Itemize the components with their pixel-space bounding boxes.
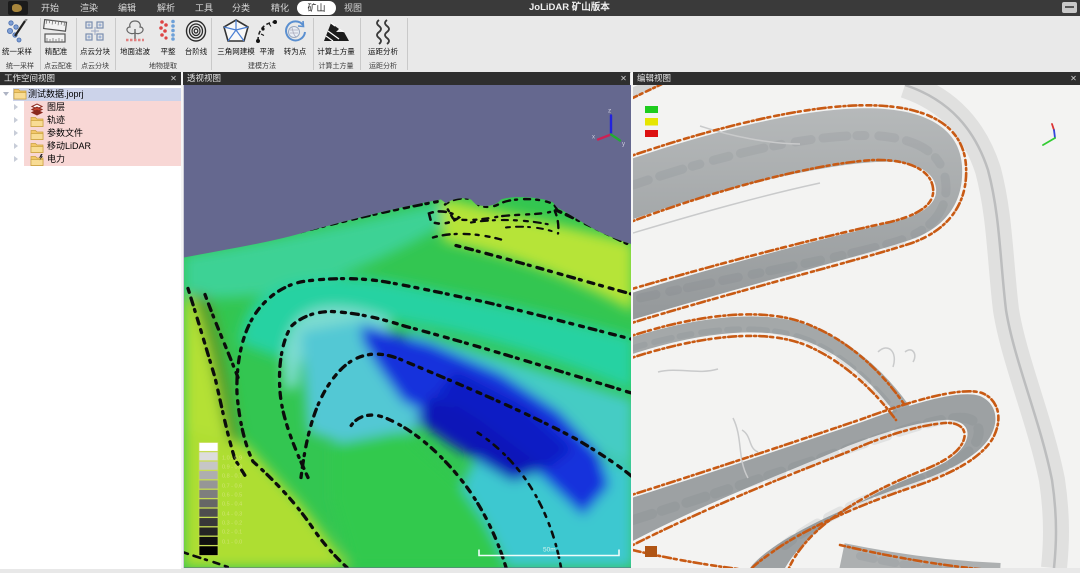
svg-text:z: z <box>608 108 611 115</box>
svg-text:50m: 50m <box>543 547 556 554</box>
svg-text:0.8 - 0.7: 0.8 - 0.7 <box>222 474 242 480</box>
svg-text:0.7 - 0.6: 0.7 - 0.6 <box>222 484 242 490</box>
svg-text:0.6 - 0.5: 0.6 - 0.5 <box>222 493 242 499</box>
svg-text:0.4 - 0.3: 0.4 - 0.3 <box>222 512 242 518</box>
svg-text:x: x <box>592 135 595 141</box>
svg-text:0.5 - 0.4: 0.5 - 0.4 <box>222 502 242 508</box>
svg-text:0.9 - 0.8: 0.9 - 0.8 <box>222 465 242 471</box>
svg-text:0.1 - 0.0: 0.1 - 0.0 <box>222 540 242 546</box>
svg-text:1.0 - 0.9: 1.0 - 0.9 <box>222 456 242 462</box>
svg-text:y: y <box>622 142 625 148</box>
svg-text:0.3 - 0.2: 0.3 - 0.2 <box>222 521 242 527</box>
svg-text:0.2 - 0.1: 0.2 - 0.1 <box>222 530 242 536</box>
